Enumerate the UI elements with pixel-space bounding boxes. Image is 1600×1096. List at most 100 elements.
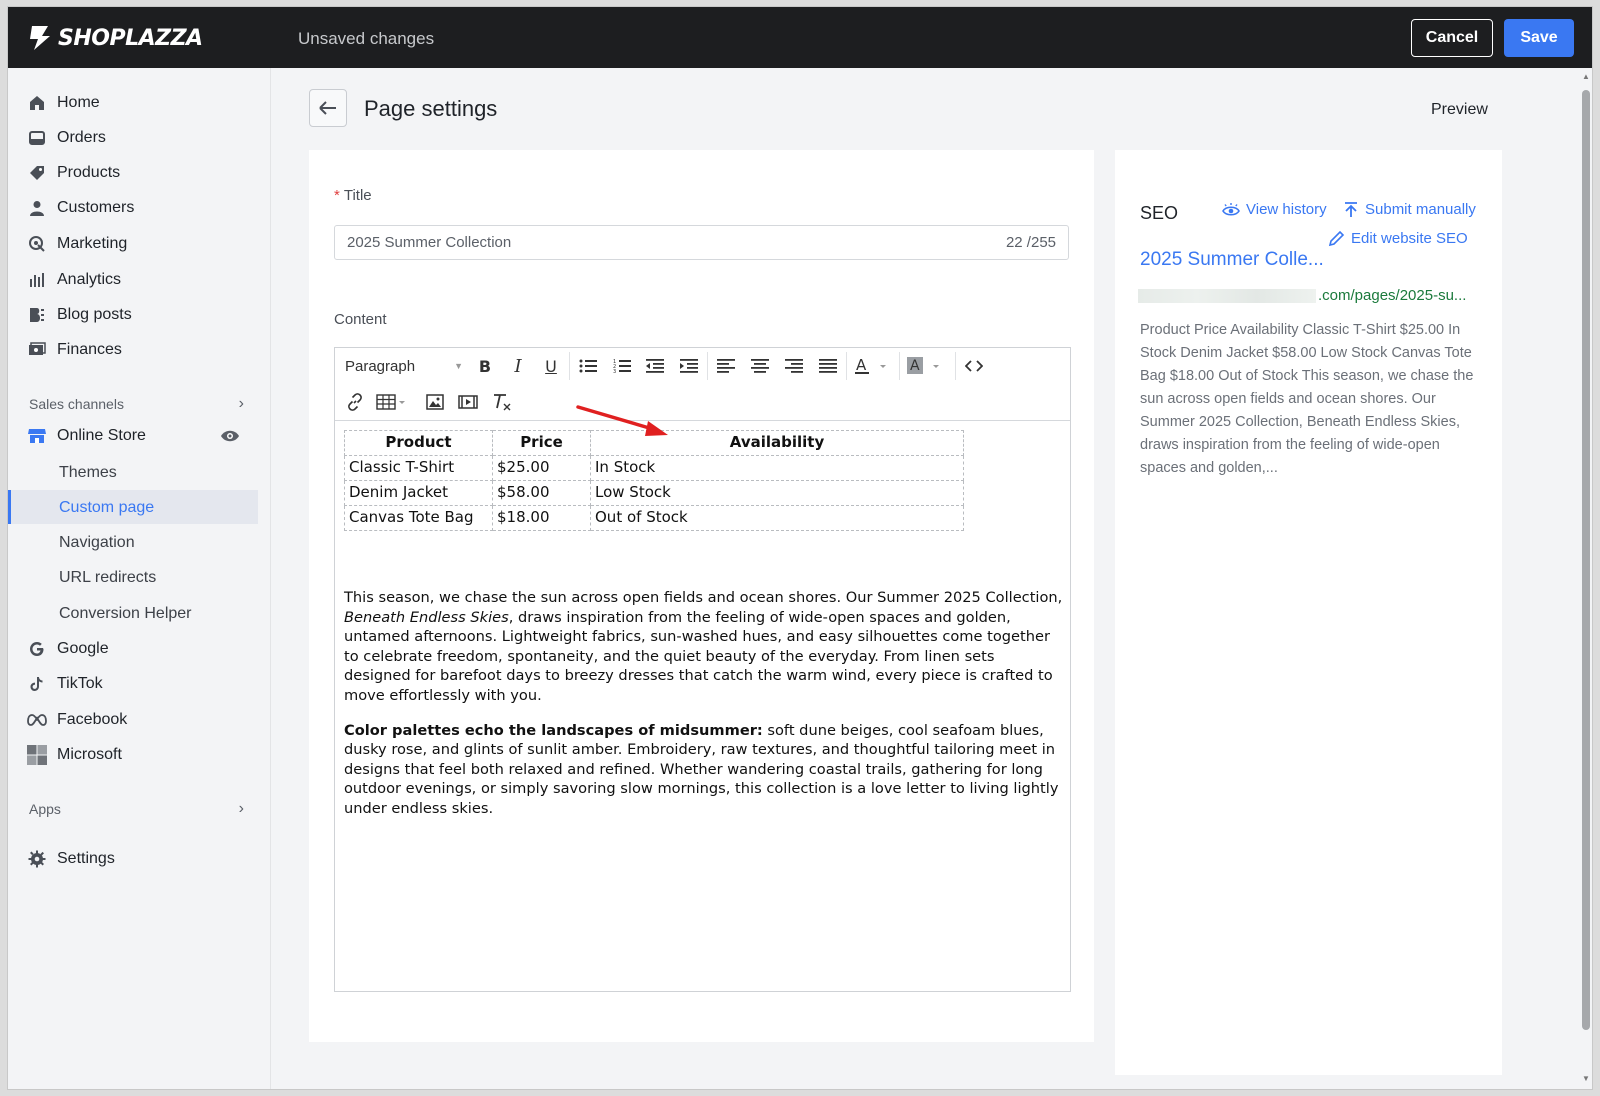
chevron-right-icon: ›: [238, 800, 244, 817]
code-view-icon[interactable]: [962, 354, 986, 378]
app-window: SHOPLAZZA Unsaved changes Cancel Save Ho…: [7, 6, 1593, 1090]
cancel-button[interactable]: Cancel: [1411, 19, 1493, 57]
video-icon[interactable]: [456, 390, 480, 414]
sidebar-item-label: TikTok: [57, 675, 103, 692]
seo-card: SEO View history Submit manually Edit we…: [1115, 150, 1502, 1075]
upload-icon: [1345, 201, 1357, 217]
sidebar-item-finances[interactable]: Finances: [8, 334, 258, 366]
orders-icon: [26, 127, 48, 149]
tag-icon: [26, 162, 48, 184]
seo-heading: SEO: [1140, 203, 1179, 223]
sidebar: Home Orders Products Customers Marketing: [8, 68, 271, 1089]
collection-name-italic: Beneath Endless Skies: [344, 608, 509, 626]
sidebar-item-blog-posts[interactable]: Blog posts: [8, 299, 258, 331]
table-cell: Low Stock: [590, 480, 964, 506]
page-scrollbar[interactable]: ▲ ▼: [1578, 68, 1592, 1089]
scroll-down-icon[interactable]: ▼: [1581, 1074, 1591, 1084]
svg-text:3: 3: [613, 369, 616, 374]
paragraph-bold-lead: Color palettes echo the landscapes of mi…: [344, 721, 763, 739]
sidebar-item-label: Microsoft: [57, 746, 122, 763]
bold-icon[interactable]: B: [473, 354, 497, 378]
sidebar-item-label: Online Store: [57, 427, 146, 444]
sidebar-sub-url-redirects[interactable]: URL redirects: [59, 562, 156, 594]
sidebar-sub-conversion-helper[interactable]: Conversion Helper: [59, 598, 192, 630]
submit-manually-link[interactable]: Submit manually: [1343, 201, 1476, 218]
title-input[interactable]: 2025 Summer Collection 22 /255: [334, 225, 1069, 260]
toolbar-divider: [899, 352, 900, 380]
scroll-up-icon[interactable]: ▲: [1581, 72, 1591, 82]
toolbar-divider: [955, 352, 956, 380]
seo-preview-title[interactable]: 2025 Summer Colle...: [1140, 249, 1324, 271]
scroll-thumb[interactable]: [1582, 90, 1590, 1030]
back-button[interactable]: [309, 89, 347, 127]
title-char-counter: 22 /255: [1005, 234, 1056, 251]
edit-website-seo-link[interactable]: Edit website SEO: [1328, 230, 1468, 247]
numbered-list-icon[interactable]: 123: [610, 354, 634, 378]
sidebar-item-label: Google: [57, 640, 109, 657]
store-icon: [26, 425, 48, 447]
rich-text-editor[interactable]: Paragraph ▼ B I U 123 A A Product Price …: [334, 347, 1071, 992]
table-cell: Canvas Tote Bag: [344, 505, 493, 531]
sidebar-sub-navigation[interactable]: Navigation: [59, 527, 135, 559]
sidebar-item-label: Finances: [57, 341, 122, 358]
sidebar-item-analytics[interactable]: Analytics: [8, 264, 258, 296]
link-icon[interactable]: [343, 390, 367, 414]
sidebar-item-label: Home: [57, 94, 100, 111]
save-button[interactable]: Save: [1504, 19, 1574, 57]
apps-label: Apps: [29, 801, 61, 817]
content-paragraph: Color palettes echo the landscapes of mi…: [344, 721, 1064, 819]
sales-channels-header[interactable]: Sales channels ›: [29, 395, 244, 413]
preview-button[interactable]: Preview: [1431, 101, 1488, 119]
align-justify-icon[interactable]: [816, 354, 840, 378]
clear-format-icon[interactable]: [490, 390, 514, 414]
seo-preview-url: .com/pages/2025-su...: [1138, 287, 1466, 304]
apps-header[interactable]: Apps ›: [29, 800, 244, 818]
editor-content[interactable]: Product Price Availability Classic T-Shi…: [344, 430, 1064, 819]
table-cell: Denim Jacket: [344, 480, 493, 506]
view-history-link[interactable]: View history: [1222, 201, 1327, 218]
sidebar-item-orders[interactable]: Orders: [8, 122, 258, 154]
sidebar-item-marketing[interactable]: Marketing: [8, 228, 258, 260]
title-input-value: 2025 Summer Collection: [347, 234, 512, 251]
sidebar-item-tiktok[interactable]: TikTok: [8, 668, 258, 700]
sidebar-item-customers[interactable]: Customers: [8, 192, 258, 224]
toolbar-row-2: [335, 384, 1070, 420]
svg-text:A: A: [856, 357, 867, 374]
sidebar-item-products[interactable]: Products: [8, 157, 258, 189]
indent-icon[interactable]: [677, 354, 701, 378]
align-center-icon[interactable]: [748, 354, 772, 378]
image-icon[interactable]: [423, 390, 447, 414]
sidebar-sub-custom-page[interactable]: Custom page: [59, 492, 154, 524]
bullet-list-icon[interactable]: [576, 354, 600, 378]
align-right-icon[interactable]: [782, 354, 806, 378]
editor-toolbar: Paragraph ▼ B I U 123 A A: [335, 348, 1070, 421]
sidebar-item-label: Facebook: [57, 711, 128, 728]
table-header-cell: Product: [344, 430, 493, 456]
bar-chart-icon: [26, 269, 48, 291]
sidebar-item-google[interactable]: Google: [8, 633, 258, 665]
underline-icon[interactable]: U: [539, 354, 563, 378]
sidebar-item-label: Settings: [57, 850, 115, 867]
chevron-right-icon: ›: [238, 395, 244, 412]
outdent-icon[interactable]: [643, 354, 667, 378]
italic-icon[interactable]: I: [506, 354, 530, 378]
paragraph-text: This season, we chase the sun across ope…: [344, 589, 1063, 606]
align-left-icon[interactable]: [714, 354, 738, 378]
table-icon[interactable]: [375, 390, 411, 414]
sidebar-sub-themes[interactable]: Themes: [59, 457, 117, 489]
block-format-value: Paragraph: [345, 357, 416, 375]
text-color-icon[interactable]: A: [852, 354, 894, 378]
sidebar-item-settings[interactable]: Settings: [8, 843, 258, 875]
blog-icon: [26, 304, 48, 326]
sidebar-item-facebook[interactable]: Facebook: [8, 704, 258, 736]
block-format-select[interactable]: Paragraph ▼: [345, 354, 463, 378]
submit-manually-label: Submit manually: [1365, 201, 1476, 218]
eye-icon[interactable]: [220, 428, 240, 449]
table-row: Canvas Tote Bag $18.00 Out of Stock: [344, 505, 964, 531]
sidebar-item-microsoft[interactable]: Microsoft: [8, 739, 258, 771]
background-color-icon[interactable]: A: [905, 354, 947, 378]
sidebar-item-home[interactable]: Home: [8, 87, 258, 119]
table-cell: $25.00: [492, 455, 591, 481]
arrow-left-icon: [319, 101, 336, 115]
sidebar-item-label: Customers: [57, 199, 135, 216]
